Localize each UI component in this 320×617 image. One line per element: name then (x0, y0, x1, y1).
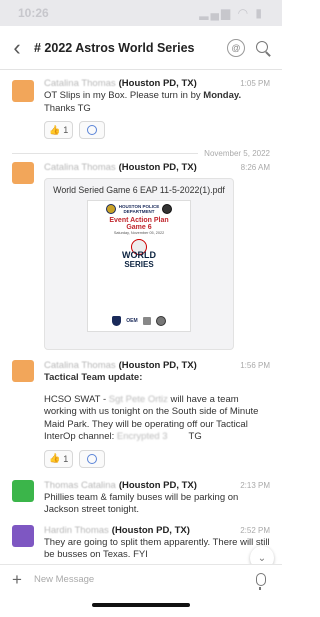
pdf-preview: HOUSTON POLICE DEPARTMENT Event Action Pl… (87, 200, 191, 332)
message-time: 1:05 PM (240, 79, 270, 88)
message-time: 2:52 PM (240, 525, 270, 535)
sender-agency: (Houston PD, TX) (111, 524, 190, 536)
sender-agency: (Houston PD, TX) (118, 360, 197, 371)
thumbs-up-reaction[interactable]: 👍 1 (44, 449, 74, 468)
pdf-game: Game 6 (126, 224, 152, 231)
message-item: Catalina Thomas (Houston PD, TX) 1:05 PM… (0, 78, 282, 139)
mentions-icon[interactable]: @ (227, 38, 245, 57)
plus-icon[interactable]: + (0, 570, 34, 590)
message-composer: + New Message (0, 564, 282, 594)
message-text: HCSO SWAT - Sgt Pete Ortiz will have a t… (44, 394, 270, 444)
message-header: Hardin Thomas (Houston PD, TX) 2:52 PM (44, 525, 270, 536)
pdf-dept-line: DEPARTMENT (123, 209, 155, 214)
logo-text: WORLD (122, 250, 156, 260)
status-bar: 10:26 ▂▄▆ ◠ ▮ (0, 0, 282, 26)
message-header: Catalina Thomas (Houston PD, TX) 1:56 PM (44, 360, 270, 371)
avatar (12, 80, 34, 102)
message-item: Thomas Catalina (Houston PD, TX) 2:13 PM… (0, 479, 282, 517)
new-message-input[interactable]: New Message (34, 574, 256, 585)
message-header: Thomas Catalina (Houston PD, TX) 2:13 PM (44, 480, 270, 491)
logo-text: SERIES (124, 260, 154, 269)
message-line: TG (167, 431, 202, 442)
date-divider: November 5, 2022 (12, 149, 270, 158)
file-attachment[interactable]: World Seried Game 6 EAP 11-5-2022(1).pdf… (44, 178, 234, 350)
message-bold: Monday. (203, 90, 242, 101)
pdf-title: Event Action Plan (109, 217, 169, 224)
message-time: 1:56 PM (240, 361, 270, 370)
thumbs-up-icon: 👍 (49, 453, 61, 463)
search-icon[interactable] (254, 39, 272, 57)
message-time: 2:13 PM (240, 480, 270, 490)
add-reaction-icon (87, 125, 98, 135)
message-text: They are going to split them apparently.… (44, 536, 270, 561)
add-reaction-button[interactable] (79, 449, 106, 468)
oem-logo: OEM (126, 318, 138, 324)
message-line: Thanks TG (44, 102, 91, 114)
reaction-count: 1 (63, 453, 69, 464)
pdf-department: HOUSTON POLICE DEPARTMENT (119, 204, 159, 214)
hcso-seal-icon (155, 316, 166, 326)
message-header: Catalina Thomas (Houston PD, TX) 1:05 PM (44, 78, 270, 89)
hpd-seal-icon (105, 204, 116, 214)
sender-name: Catalina Thomas (44, 360, 116, 371)
sender-name: Thomas Catalina (44, 479, 116, 491)
message-heading: Tactical Team update: (44, 372, 143, 383)
sender-name: Catalina Thomas (44, 78, 116, 89)
reactions: 👍 1 (44, 121, 270, 139)
back-icon[interactable]: ‹ (0, 35, 34, 61)
redacted-text: Sgt Pete Ortiz (108, 393, 168, 405)
avatar (12, 162, 34, 184)
reaction-count: 1 (63, 125, 69, 135)
sender-agency: (Houston PD, TX) (118, 479, 197, 491)
add-reaction-button[interactable] (79, 121, 106, 139)
avatar (12, 524, 34, 547)
add-reaction-icon (87, 453, 98, 464)
message-line: HCSO SWAT - (44, 393, 109, 405)
channel-header: ‹ # 2022 Astros World Series @ (0, 26, 282, 70)
avatar (12, 479, 34, 502)
message-time: 8:26 AM (240, 163, 270, 172)
thumbs-up-reaction[interactable]: 👍 1 (44, 121, 74, 139)
channel-title: # 2022 Astros World Series (34, 40, 195, 55)
world-series-logo: WORLD SERIES (118, 237, 160, 275)
status-time: 10:26 (18, 6, 49, 20)
pdf-footer-logos: OEM (112, 316, 166, 326)
message-header: Catalina Thomas (Houston PD, TX) 8:26 AM (44, 162, 270, 173)
reactions: 👍 1 (44, 449, 270, 468)
message-text: Phillies team & family buses will be par… (44, 491, 239, 516)
sender-name: Catalina Thomas (44, 162, 116, 173)
avatar (12, 360, 34, 382)
thumbs-up-icon: 👍 (49, 124, 61, 135)
message-item: Catalina Thomas (Houston PD, TX) 8:26 AM… (0, 162, 282, 350)
message-text: OT Slips in my Box. Please turn in by Mo… (44, 90, 270, 115)
status-icons: ▂▄▆ ◠ ▮ (199, 6, 264, 20)
badge-icon (162, 204, 173, 214)
city-logo-icon (142, 317, 151, 325)
file-name: World Seried Game 6 EAP 11-5-2022(1).pdf (53, 185, 225, 195)
microphone-icon[interactable] (256, 573, 266, 590)
redacted-text: Encrypted 3 (116, 431, 168, 442)
sender-name: Hardin Thomas (44, 524, 109, 536)
message-item: Catalina Thomas (Houston PD, TX) 1:56 PM… (0, 360, 282, 468)
pdf-date: Saturday, November 05, 2022 (113, 231, 165, 235)
sender-agency: (Houston PD, TX) (118, 78, 197, 89)
message-line: OT Slips in my Box. Please turn in by (44, 90, 204, 101)
badge-icon (112, 316, 122, 326)
home-indicator[interactable] (92, 603, 190, 607)
pdf-header: HOUSTON POLICE DEPARTMENT (92, 204, 186, 214)
sender-agency: (Houston PD, TX) (118, 162, 197, 173)
